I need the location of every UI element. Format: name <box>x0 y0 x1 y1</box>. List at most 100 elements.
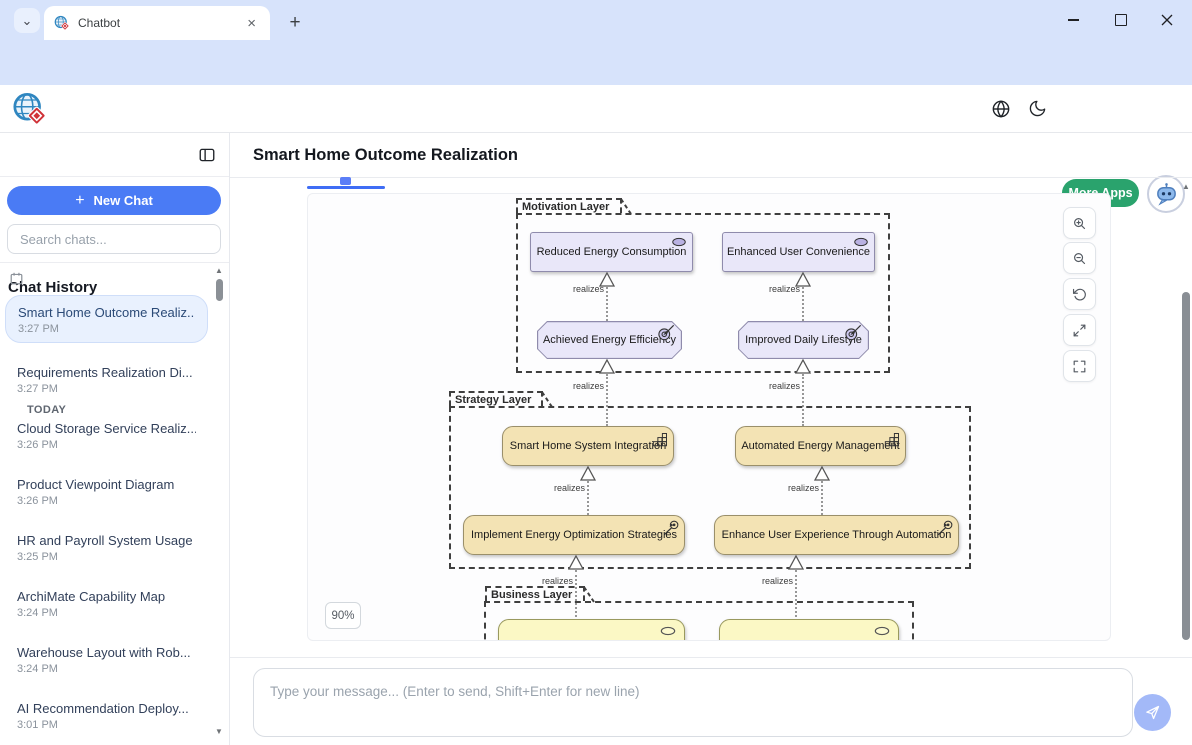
relation-label: realizes <box>513 576 573 586</box>
realization-arrowhead <box>814 466 830 481</box>
chat-item-title: HR and Payroll System Usage <box>17 533 196 548</box>
chat-item-time: 3:24 PM <box>17 663 196 675</box>
realization-line <box>821 481 823 515</box>
dark-mode-moon-icon[interactable] <box>1028 99 1047 118</box>
divider <box>0 176 229 177</box>
tab-favicon-icon <box>54 15 70 31</box>
diagram-preview[interactable]: Motivation Layer Reduced Energy Consumpt… <box>307 193 1111 641</box>
node-label: Reduced Energy Consumption <box>537 246 687 258</box>
course-of-action-icon <box>663 520 679 536</box>
browser-tab[interactable]: Chatbot × <box>44 6 270 40</box>
fullscreen-button[interactable] <box>1063 350 1096 382</box>
chat-history-item[interactable]: Warehouse Layout with Rob... 3:24 PM <box>5 636 208 684</box>
robot-icon <box>1153 181 1180 208</box>
language-globe-icon[interactable] <box>991 99 1011 119</box>
archimate-course-of-action-node: Enhance User Experience Through Automati… <box>714 515 959 555</box>
new-chat-button[interactable]: + New Chat <box>7 186 221 215</box>
relation-label: realizes <box>544 284 604 294</box>
chat-item-title: Requirements Realization Di... <box>17 365 196 380</box>
chat-item-title: AI Recommendation Deploy... <box>17 701 196 716</box>
browser-toolbar: ai-toolbox.visual-paradigm.com/app/chatb… <box>0 40 1192 85</box>
chat-item-title: Product Viewpoint Diagram <box>17 477 196 492</box>
main-scroll-up-icon[interactable]: ▲ <box>1182 182 1190 191</box>
business-layer-label: Business Layer <box>485 586 585 601</box>
realization-arrowhead <box>788 555 804 570</box>
chat-history-item[interactable]: ArchiMate Capability Map 3:24 PM <box>5 580 208 628</box>
collapse-sidebar-icon[interactable] <box>198 146 216 164</box>
archimate-business-service-node <box>719 619 899 641</box>
capability-icon <box>884 431 900 447</box>
realization-arrowhead <box>568 555 584 570</box>
motivation-layer-label: Motivation Layer <box>516 198 622 213</box>
node-label: Implement Energy Optimization Strategies <box>471 529 677 541</box>
chat-history-item[interactable]: AI Recommendation Deploy... 3:01 PM <box>5 692 208 740</box>
chat-item-time: 3:26 PM <box>17 495 196 507</box>
send-icon <box>1144 704 1161 721</box>
sidebar-scroll-up-icon[interactable]: ▲ <box>215 266 223 275</box>
node-label: Enhanced User Convenience <box>727 246 870 258</box>
realization-arrowhead <box>580 466 596 481</box>
chat-history-item[interactable]: HR and Payroll System Usage 3:25 PM <box>5 524 208 572</box>
reset-view-button[interactable] <box>1063 278 1096 310</box>
tab-title: Chatbot <box>78 16 243 30</box>
chat-item-time: 3:24 PM <box>17 607 196 619</box>
realization-line <box>587 481 589 515</box>
chat-item-time: 3:25 PM <box>17 551 196 563</box>
sidebar-scroll-down-icon[interactable]: ▼ <box>215 727 223 736</box>
active-tab-underline <box>307 186 385 189</box>
new-tab-button[interactable]: + <box>282 10 308 36</box>
new-chat-label: New Chat <box>94 193 153 208</box>
archimate-goal-node: Reduced Energy Consumption <box>530 232 693 272</box>
archimate-goal-node: Enhanced User Convenience <box>722 232 875 272</box>
window-maximize-button[interactable] <box>1098 0 1144 40</box>
zoom-in-button[interactable] <box>1063 207 1096 239</box>
chat-history-sidebar: Chat History + New Chat TODAY ▲ ▼ Smart … <box>0 133 230 745</box>
expand-button[interactable] <box>1063 314 1096 346</box>
chat-history-item[interactable]: Product Viewpoint Diagram 3:26 PM <box>5 468 208 516</box>
realization-line <box>802 287 804 321</box>
relation-label: realizes <box>733 576 793 586</box>
zoom-out-button[interactable] <box>1063 242 1096 274</box>
node-label: Smart Home System Integration <box>510 440 667 452</box>
zoom-level-badge: 90% <box>325 602 361 629</box>
goal-icon <box>853 237 869 247</box>
window-close-button[interactable] <box>1144 0 1190 40</box>
course-of-action-icon <box>937 520 953 536</box>
chatbot-avatar[interactable] <box>1147 175 1185 213</box>
send-button[interactable] <box>1134 694 1171 731</box>
realization-arrowhead <box>599 359 615 374</box>
chat-item-time: 3:01 PM <box>17 719 196 731</box>
realization-line <box>606 287 608 321</box>
chat-item-title: Smart Home Outcome Realiz... <box>18 305 195 320</box>
window-minimize-button[interactable] <box>1050 0 1096 40</box>
message-input[interactable] <box>253 668 1133 737</box>
search-chats-input[interactable] <box>7 224 221 254</box>
archimate-capability-node: Automated Energy Management <box>735 426 906 466</box>
page-title: Smart Home Outcome Realization <box>253 146 518 165</box>
relation-label: realizes <box>544 381 604 391</box>
tab-close-icon[interactable]: × <box>243 15 260 32</box>
strategy-layer-label: Strategy Layer <box>449 391 543 406</box>
business-service-icon <box>874 626 890 636</box>
chevron-down-icon: ⌄ <box>22 13 33 29</box>
divider <box>0 262 229 263</box>
goal-icon <box>671 237 687 247</box>
close-icon <box>1161 14 1173 26</box>
chat-item-time: 3:27 PM <box>18 323 195 335</box>
archimate-outcome-node: Achieved Energy Efficiency <box>537 321 682 359</box>
outcome-icon <box>658 324 675 341</box>
tab-search-button[interactable]: ⌄ <box>14 8 40 33</box>
chat-item-time: 3:26 PM <box>17 439 196 451</box>
chat-history-item[interactable]: Smart Home Outcome Realiz... 3:27 PM <box>5 295 208 343</box>
chat-item-title: Cloud Storage Service Realiz... <box>17 421 196 436</box>
sidebar-scrollbar-thumb[interactable] <box>216 279 223 301</box>
relation-label: realizes <box>525 483 585 493</box>
chat-history-item[interactable]: Cloud Storage Service Realiz... 3:26 PM <box>5 412 208 460</box>
maximize-icon <box>1115 14 1127 26</box>
calendar-icon <box>10 272 23 285</box>
plus-icon: + <box>75 192 84 210</box>
capability-icon <box>652 431 668 447</box>
realization-arrowhead <box>795 359 811 374</box>
main-scrollbar-thumb[interactable] <box>1182 292 1190 640</box>
chat-history-item[interactable]: Requirements Realization Di... 3:27 PM <box>5 356 208 404</box>
